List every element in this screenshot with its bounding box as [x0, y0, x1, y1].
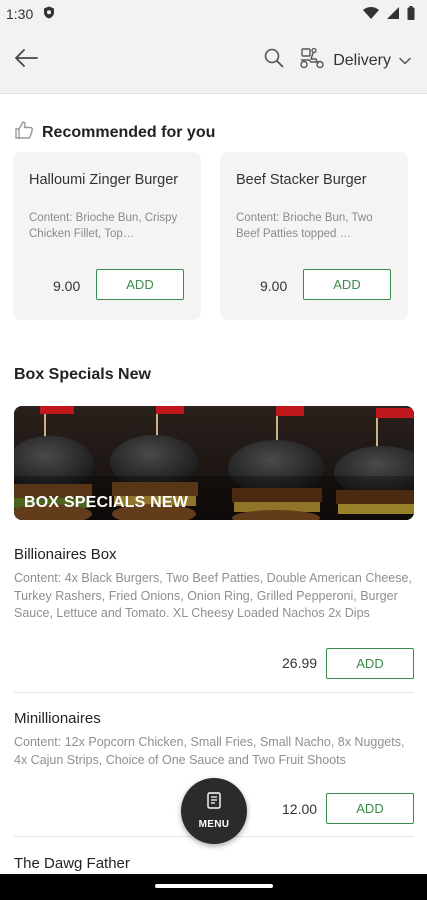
recommended-item-name: Beef Stacker Burger	[236, 172, 367, 188]
menu-item[interactable]: The Dawg Father	[14, 855, 414, 872]
search-icon	[264, 48, 284, 73]
status-bar: 1:30	[0, 0, 427, 28]
status-time: 1:30	[6, 6, 34, 22]
menu-item-description: Content: 4x Black Burgers, Two Beef Patt…	[14, 571, 412, 620]
category-banner: BOX SPECIALS NEW	[14, 406, 414, 520]
recommended-header: Recommended for you	[14, 120, 215, 145]
chevron-down-icon	[399, 52, 411, 70]
banner-label: BOX SPECIALS NEW	[24, 494, 189, 511]
recommended-item-name: Halloumi Zinger Burger	[29, 172, 179, 188]
menu-fab-label: MENU	[198, 819, 230, 830]
add-button[interactable]: ADD	[326, 793, 414, 824]
add-button[interactable]: ADD	[326, 648, 414, 679]
recommended-item-description: Content: Brioche Bun, Two Beef Patties t…	[236, 212, 373, 240]
add-button[interactable]: ADD	[303, 269, 391, 300]
menu-item[interactable]: Minillionaires Content: 12x Popcorn Chic…	[14, 710, 414, 769]
section-title: Box Specials New	[14, 366, 151, 383]
wifi-icon	[363, 6, 379, 22]
search-button[interactable]	[261, 48, 287, 74]
menu-item-price: 12.00	[282, 801, 318, 817]
system-navigation-bar	[0, 874, 427, 900]
add-button[interactable]: ADD	[96, 269, 184, 300]
item-divider	[14, 692, 414, 693]
delivery-scooter-icon	[299, 47, 325, 74]
signal-icon	[387, 6, 399, 22]
recommended-item-description: Content: Brioche Bun, Crispy Chicken Fil…	[29, 212, 178, 240]
recommended-title: Recommended for you	[42, 123, 216, 141]
recommended-card[interactable]: Beef Stacker Burger Content: Brioche Bun…	[220, 152, 408, 320]
recommended-item-price: 9.00	[53, 278, 81, 294]
menu-item[interactable]: Billionaires Box Content: 4x Black Burge…	[14, 546, 414, 623]
delivery-label: Delivery	[333, 51, 391, 69]
menu-item-price: 26.99	[282, 655, 318, 671]
recommended-item-price: 9.00	[260, 278, 288, 294]
menu-item-name: The Dawg Father	[14, 855, 130, 872]
menu-item-name: Billionaires Box	[14, 546, 117, 563]
menu-document-icon	[207, 792, 221, 814]
arrow-left-icon	[14, 48, 38, 73]
menu-fab-button[interactable]: MENU	[181, 778, 247, 844]
home-gesture-handle[interactable]	[155, 884, 273, 888]
delivery-selector[interactable]: Delivery	[299, 47, 411, 74]
shield-icon	[43, 6, 55, 22]
top-app-bar: Delivery	[0, 28, 427, 94]
back-button[interactable]	[12, 47, 40, 75]
recommended-card[interactable]: Halloumi Zinger Burger Content: Brioche …	[13, 152, 201, 320]
menu-content[interactable]: Recommended for you Halloumi Zinger Burg…	[0, 94, 427, 874]
thumbs-up-icon	[14, 120, 34, 145]
menu-item-description: Content: 12x Popcorn Chicken, Small Frie…	[14, 735, 405, 767]
battery-icon	[407, 5, 415, 23]
menu-item-name: Minillionaires	[14, 710, 101, 727]
